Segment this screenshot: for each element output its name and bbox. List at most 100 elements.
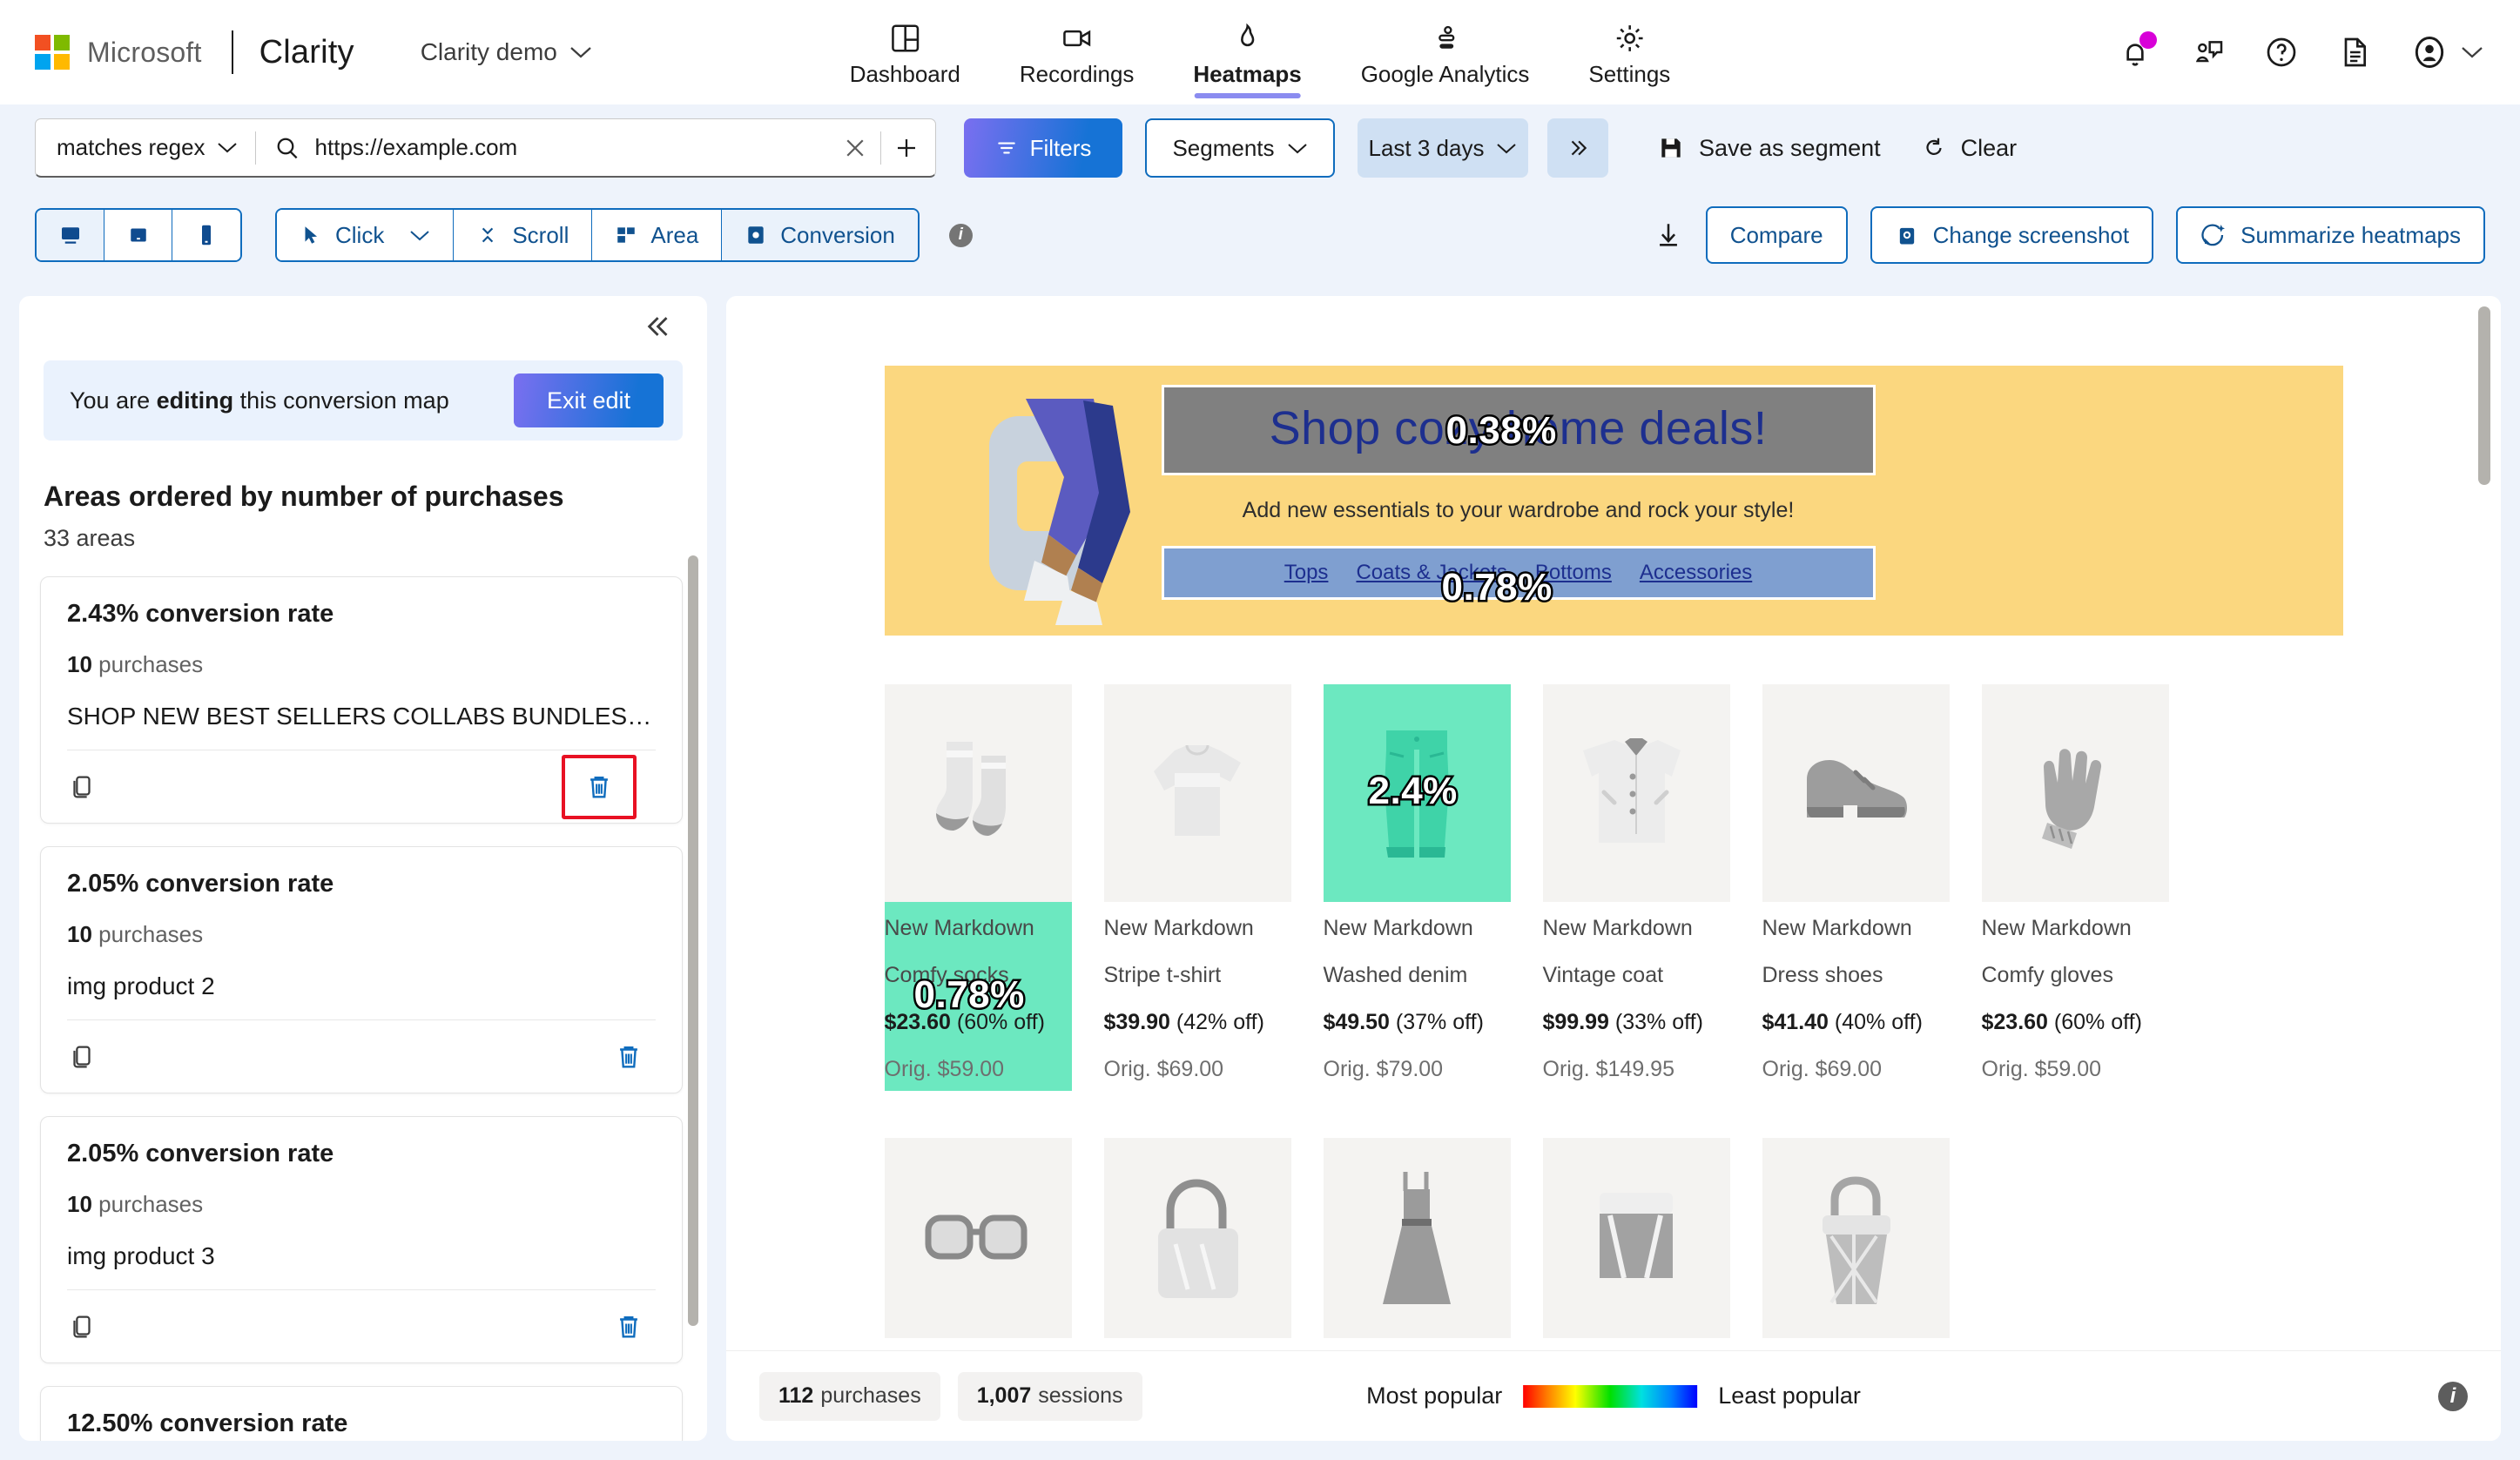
area-card-actions bbox=[67, 1019, 656, 1093]
site-picker-label: Clarity demo bbox=[420, 38, 557, 65]
sidebar-scrollbar[interactable] bbox=[688, 555, 698, 1326]
segments-button[interactable]: Segments bbox=[1145, 118, 1335, 178]
double-chevron-right-icon bbox=[1571, 140, 1587, 156]
brand-divider bbox=[231, 30, 233, 74]
sessions-pill: 1,007 sessions bbox=[957, 1371, 1142, 1421]
match-mode-dropdown[interactable]: matches regex bbox=[57, 134, 238, 161]
date-range-label: Last 3 days bbox=[1368, 134, 1485, 161]
heatmap-type-scroll[interactable]: Scroll bbox=[454, 210, 593, 260]
product-card[interactable] bbox=[1762, 1138, 1950, 1338]
save-disk-icon bbox=[1661, 138, 1681, 158]
hero-link-coats[interactable]: Coats & Jackets bbox=[1356, 561, 1506, 585]
change-screenshot-button[interactable]: Change screenshot bbox=[1870, 206, 2154, 264]
product-card[interactable]: New Markdown Vintage coat $99.99 (33% of… bbox=[1542, 684, 1730, 1091]
tab-recordings[interactable]: Recordings bbox=[990, 17, 1164, 88]
copy-area-button[interactable] bbox=[67, 1312, 97, 1342]
clarity-brand[interactable]: Clarity bbox=[259, 34, 354, 71]
hero-link-bottoms[interactable]: Bottoms bbox=[1535, 561, 1612, 585]
product-image bbox=[1103, 684, 1291, 902]
delete-area-button[interactable] bbox=[562, 754, 637, 819]
area-card[interactable]: 2.05% conversion rate 10 purchases img p… bbox=[40, 846, 683, 1093]
site-picker[interactable]: Clarity demo bbox=[421, 38, 592, 66]
copy-icon bbox=[73, 1046, 91, 1067]
product-markdown-label: New Markdown bbox=[1981, 916, 2132, 940]
hero-nav-links[interactable]: Tops Coats & Jackets Bottoms Accessories bbox=[1161, 546, 1876, 600]
feedback-icon[interactable] bbox=[2191, 35, 2226, 70]
product-card[interactable]: 2.4% New Markdown Washed denim $49.50 (3… bbox=[1323, 684, 1511, 1091]
tab-google-analytics[interactable]: Google Analytics bbox=[1331, 17, 1560, 88]
product-image: 2.4% bbox=[1323, 684, 1511, 902]
chevron-down-icon bbox=[570, 47, 591, 58]
tab-settings[interactable]: Settings bbox=[1559, 17, 1700, 88]
product-card[interactable] bbox=[884, 1138, 1072, 1338]
tab-heatmaps[interactable]: Heatmaps bbox=[1163, 17, 1331, 88]
device-desktop-button[interactable] bbox=[37, 210, 104, 260]
hero-link-accessories[interactable]: Accessories bbox=[1640, 561, 1752, 585]
delete-area-button[interactable] bbox=[602, 1305, 656, 1349]
editing-banner: You are editing this conversion map Exit… bbox=[44, 360, 683, 441]
notification-bell-icon[interactable] bbox=[2118, 31, 2157, 70]
heatmap-type-area[interactable]: Area bbox=[592, 210, 723, 260]
microsoft-logo[interactable]: Microsoft bbox=[35, 35, 202, 70]
product-name: Dress shoes bbox=[1762, 963, 1883, 987]
area-card[interactable]: 2.05% conversion rate 10 purchases img p… bbox=[40, 1116, 683, 1363]
area-card[interactable]: 12.50% conversion rate bbox=[40, 1386, 683, 1441]
main-nav-tabs: Dashboard Recordings Heatmaps Google Ana… bbox=[820, 17, 1701, 88]
heatmap-type-group: Click Scroll Area Conversion bbox=[275, 208, 920, 262]
product-card[interactable]: New Markdown Comfy socks $23.60 (60% off… bbox=[884, 684, 1072, 1091]
filters-button[interactable]: Filters bbox=[964, 118, 1122, 178]
status-info-icon[interactable]: i bbox=[2438, 1381, 2468, 1411]
device-tablet-button[interactable] bbox=[104, 210, 172, 260]
tab-dashboard[interactable]: Dashboard bbox=[820, 17, 990, 88]
download-icon bbox=[1659, 224, 1677, 246]
more-filters-button[interactable] bbox=[1547, 118, 1608, 178]
help-icon[interactable] bbox=[2264, 35, 2299, 70]
microsoft-squares-icon bbox=[35, 35, 70, 70]
hero-headline-box[interactable]: Shop cozy home deals! bbox=[1161, 385, 1876, 475]
summarize-heatmaps-button[interactable]: Summarize heatmaps bbox=[2176, 206, 2485, 264]
legend-least-popular-label: Least popular bbox=[1718, 1383, 1861, 1409]
delete-area-button[interactable] bbox=[602, 1035, 656, 1079]
exit-edit-button[interactable]: Exit edit bbox=[514, 373, 664, 427]
product-image bbox=[1323, 1138, 1511, 1338]
hero-content: Shop cozy home deals! Add new essentials… bbox=[1161, 385, 1876, 600]
clear-url-button[interactable] bbox=[842, 135, 868, 161]
heatmap-type-click[interactable]: Click bbox=[277, 210, 455, 260]
url-input[interactable] bbox=[314, 134, 842, 161]
copy-area-button[interactable] bbox=[67, 772, 97, 802]
chevron-down-icon bbox=[410, 230, 430, 240]
area-card[interactable]: 2.43% conversion rate 10 purchases SHOP … bbox=[40, 576, 683, 824]
product-info: New Markdown Stripe t-shirt $39.90 (42% … bbox=[1104, 902, 1291, 1091]
product-card[interactable]: New Markdown Stripe t-shirt $39.90 (42% … bbox=[1103, 684, 1291, 1091]
heatmap-type-conversion[interactable]: Conversion bbox=[722, 210, 918, 260]
heatmap-scrollbar[interactable] bbox=[2478, 306, 2490, 485]
add-url-button[interactable] bbox=[893, 135, 920, 161]
product-price: $99.99 (33% off) bbox=[1542, 1010, 1703, 1034]
save-as-segment-button[interactable]: Save as segment bbox=[1657, 134, 1881, 162]
clear-button[interactable]: Clear bbox=[1921, 135, 2017, 162]
collapse-sidebar-button[interactable] bbox=[644, 312, 674, 341]
compare-label: Compare bbox=[1729, 221, 1823, 248]
copy-area-button[interactable] bbox=[67, 1042, 97, 1072]
product-card[interactable] bbox=[1542, 1138, 1730, 1338]
legend-gradient-bar bbox=[1523, 1384, 1698, 1408]
area-conversion-rate: 2.05% conversion rate bbox=[67, 870, 334, 898]
compare-button[interactable]: Compare bbox=[1705, 206, 1848, 264]
hero-link-tops[interactable]: Tops bbox=[1284, 561, 1329, 585]
areas-title: Areas ordered by number of purchases bbox=[44, 481, 564, 512]
product-card[interactable] bbox=[1323, 1138, 1511, 1338]
account-icon[interactable] bbox=[2410, 33, 2483, 71]
heatmap-info-icon[interactable]: i bbox=[948, 223, 973, 247]
date-range-button[interactable]: Last 3 days bbox=[1358, 118, 1528, 178]
device-mobile-button[interactable] bbox=[172, 210, 240, 260]
segments-label: Segments bbox=[1172, 134, 1275, 161]
tshirt-icon bbox=[1154, 744, 1241, 836]
download-button[interactable] bbox=[1654, 220, 1683, 250]
collapse-row bbox=[19, 296, 707, 341]
product-card[interactable] bbox=[1103, 1138, 1291, 1338]
product-card[interactable]: New Markdown Dress shoes $41.40 (40% off… bbox=[1762, 684, 1950, 1091]
microsoft-wordmark: Microsoft bbox=[87, 36, 202, 68]
product-card[interactable]: New Markdown Comfy gloves $23.60 (60% of… bbox=[1981, 684, 2169, 1091]
docs-icon[interactable] bbox=[2337, 35, 2372, 70]
product-image bbox=[1542, 1138, 1730, 1338]
